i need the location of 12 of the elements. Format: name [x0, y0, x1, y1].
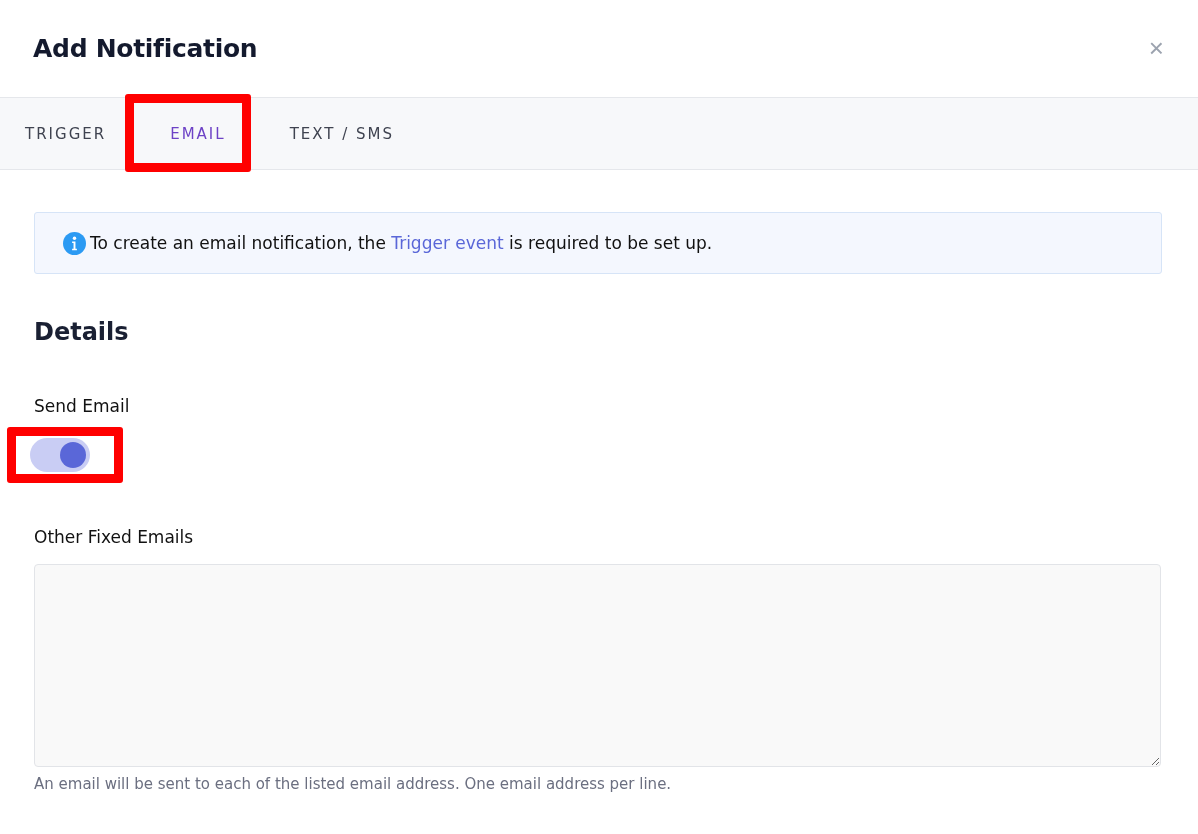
tab[interactable]: EMAIL: [150, 98, 246, 169]
alert-message: To create an email notification, the Trigger event is required to be set up.: [90, 233, 713, 253]
field-label: Send Email: [34, 396, 131, 416]
trigger-event-link[interactable]: Trigger event: [391, 233, 504, 253]
section-heading: Details: [34, 318, 130, 346]
dialog-title: Add Notification: [33, 34, 258, 63]
tab[interactable]: TEXT / SMS: [269, 98, 414, 169]
help-text: An email will be sent to each of the listed email address. One email address per line.: [34, 775, 673, 793]
tab[interactable]: TRIGGER: [5, 98, 127, 169]
info-icon: [63, 231, 86, 255]
field-label: Other Fixed Emails: [34, 527, 195, 547]
toggle-switch[interactable]: [30, 438, 90, 472]
